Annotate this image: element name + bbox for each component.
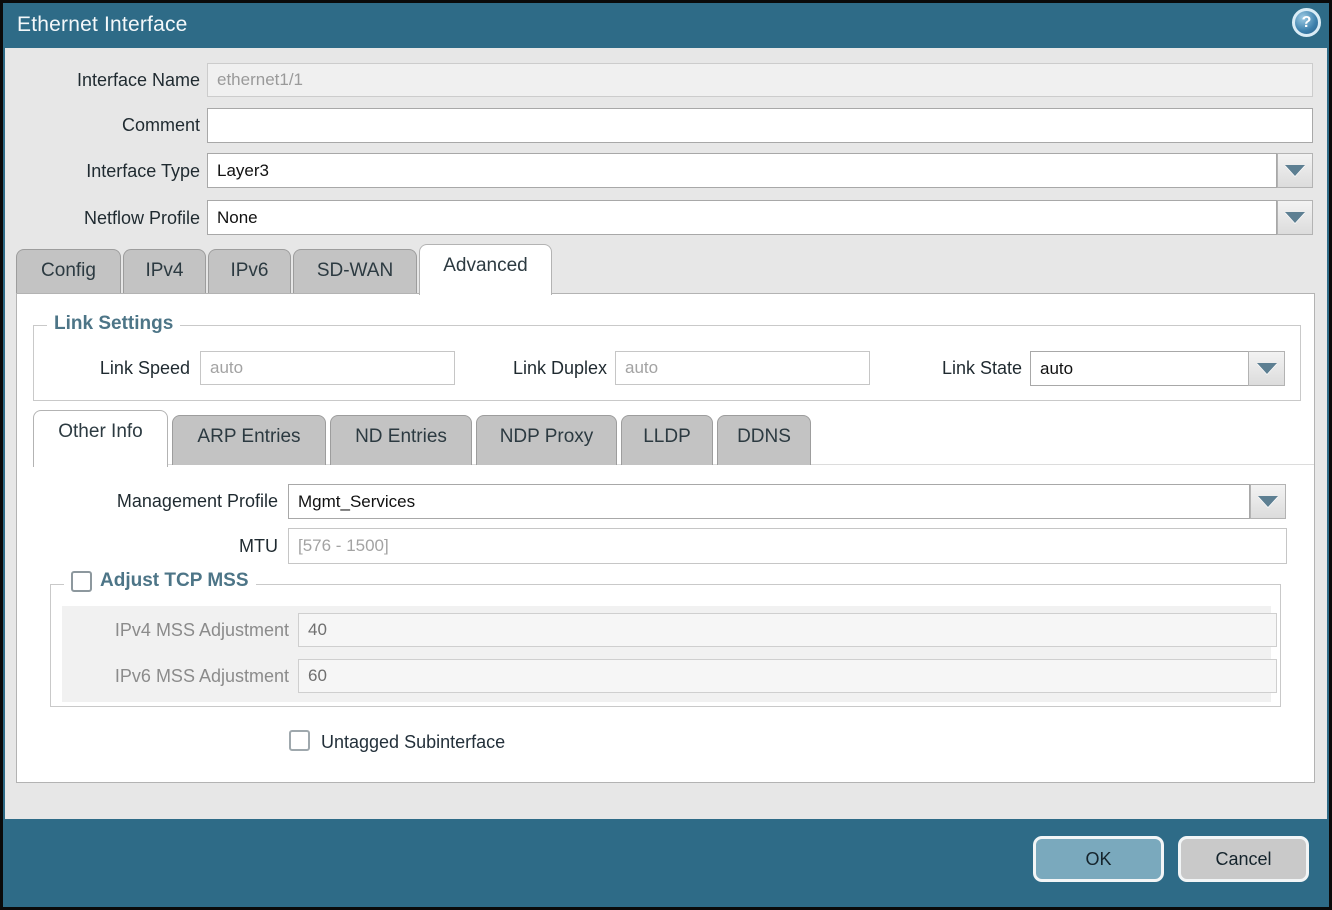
- link-duplex-label: Link Duplex: [470, 358, 607, 379]
- mtu-input[interactable]: [288, 528, 1287, 564]
- management-profile-label: Management Profile: [60, 491, 278, 512]
- netflow-profile-label: Netflow Profile: [20, 208, 200, 229]
- tab-advanced[interactable]: Advanced: [419, 244, 552, 295]
- chevron-down-icon: [1257, 363, 1277, 374]
- subtab-ddns[interactable]: DDNS: [717, 415, 811, 465]
- link-duplex-input[interactable]: [615, 351, 870, 385]
- chevron-down-icon: [1285, 212, 1305, 223]
- subtab-arp-entries[interactable]: ARP Entries: [172, 415, 326, 465]
- help-icon[interactable]: ?: [1292, 8, 1321, 37]
- tab-label: SD-WAN: [317, 260, 393, 282]
- tab-config[interactable]: Config: [16, 249, 121, 294]
- tab-label: Advanced: [443, 255, 528, 277]
- tab-label: IPv4: [145, 260, 183, 282]
- ipv6-mss-label: IPv6 MSS Adjustment: [80, 666, 289, 687]
- link-state-dropdown-button[interactable]: [1248, 351, 1285, 386]
- link-state-label: Link State: [880, 358, 1022, 379]
- dialog-title: Ethernet Interface: [17, 13, 188, 37]
- link-state-select[interactable]: auto: [1030, 351, 1249, 386]
- interface-type-label: Interface Type: [20, 161, 200, 182]
- ok-button[interactable]: OK: [1033, 836, 1164, 882]
- interface-name-field: [207, 63, 1313, 97]
- footer-bar: OK Cancel: [3, 819, 1329, 907]
- mtu-label: MTU: [60, 536, 278, 557]
- subtab-label: ARP Entries: [197, 426, 300, 448]
- netflow-profile-value: None: [217, 208, 258, 228]
- comment-field[interactable]: [207, 108, 1313, 143]
- subtab-label: Other Info: [58, 421, 143, 443]
- interface-name-label: Interface Name: [20, 70, 200, 91]
- interface-type-dropdown-button[interactable]: [1277, 153, 1313, 188]
- subtab-label: ND Entries: [355, 426, 447, 448]
- interface-type-select[interactable]: Layer3: [207, 153, 1277, 188]
- chevron-down-icon: [1285, 165, 1305, 176]
- subtab-other-info[interactable]: Other Info: [33, 410, 168, 467]
- subtab-nd-entries[interactable]: ND Entries: [330, 415, 472, 465]
- netflow-profile-select[interactable]: None: [207, 200, 1277, 235]
- subtab-label: NDP Proxy: [500, 426, 594, 448]
- help-icon-glyph: ?: [1302, 14, 1312, 32]
- link-settings-legend: Link Settings: [47, 313, 180, 335]
- management-profile-value: Mgmt_Services: [298, 492, 415, 512]
- ipv4-mss-input: [298, 613, 1277, 647]
- subtab-ndp-proxy[interactable]: NDP Proxy: [476, 415, 617, 465]
- ipv4-mss-label: IPv4 MSS Adjustment: [80, 620, 289, 641]
- subtab-label: DDNS: [737, 426, 791, 448]
- subtab-lldp[interactable]: LLDP: [621, 415, 713, 465]
- tab-sdwan[interactable]: SD-WAN: [293, 249, 417, 294]
- title-bar: Ethernet Interface ?: [3, 3, 1329, 48]
- management-profile-select[interactable]: Mgmt_Services: [288, 484, 1250, 519]
- link-settings-legend-text: Link Settings: [54, 313, 173, 335]
- adjust-tcp-mss-checkbox[interactable]: [71, 571, 92, 592]
- subtab-label: LLDP: [643, 426, 691, 448]
- adjust-tcp-mss-legend: Adjust TCP MSS: [64, 570, 256, 592]
- link-state-value: auto: [1040, 359, 1073, 379]
- adjust-tcp-mss-legend-text: Adjust TCP MSS: [100, 570, 249, 592]
- interface-type-value: Layer3: [217, 161, 269, 181]
- tab-ipv6[interactable]: IPv6: [208, 249, 291, 294]
- untagged-subinterface-label: Untagged Subinterface: [321, 732, 505, 753]
- link-speed-label: Link Speed: [40, 358, 190, 379]
- tab-label: IPv6: [230, 260, 268, 282]
- netflow-profile-dropdown-button[interactable]: [1277, 200, 1313, 235]
- untagged-subinterface-checkbox[interactable]: [289, 730, 310, 751]
- management-profile-dropdown-button[interactable]: [1250, 484, 1286, 519]
- comment-label: Comment: [20, 115, 200, 136]
- ipv6-mss-input: [298, 659, 1277, 693]
- chevron-down-icon: [1258, 496, 1278, 507]
- tab-ipv4[interactable]: IPv4: [123, 249, 206, 294]
- cancel-button[interactable]: Cancel: [1178, 836, 1309, 882]
- link-speed-input[interactable]: [200, 351, 455, 385]
- ethernet-interface-dialog: Ethernet Interface ? Interface Name Comm…: [0, 0, 1332, 910]
- tab-label: Config: [41, 260, 96, 282]
